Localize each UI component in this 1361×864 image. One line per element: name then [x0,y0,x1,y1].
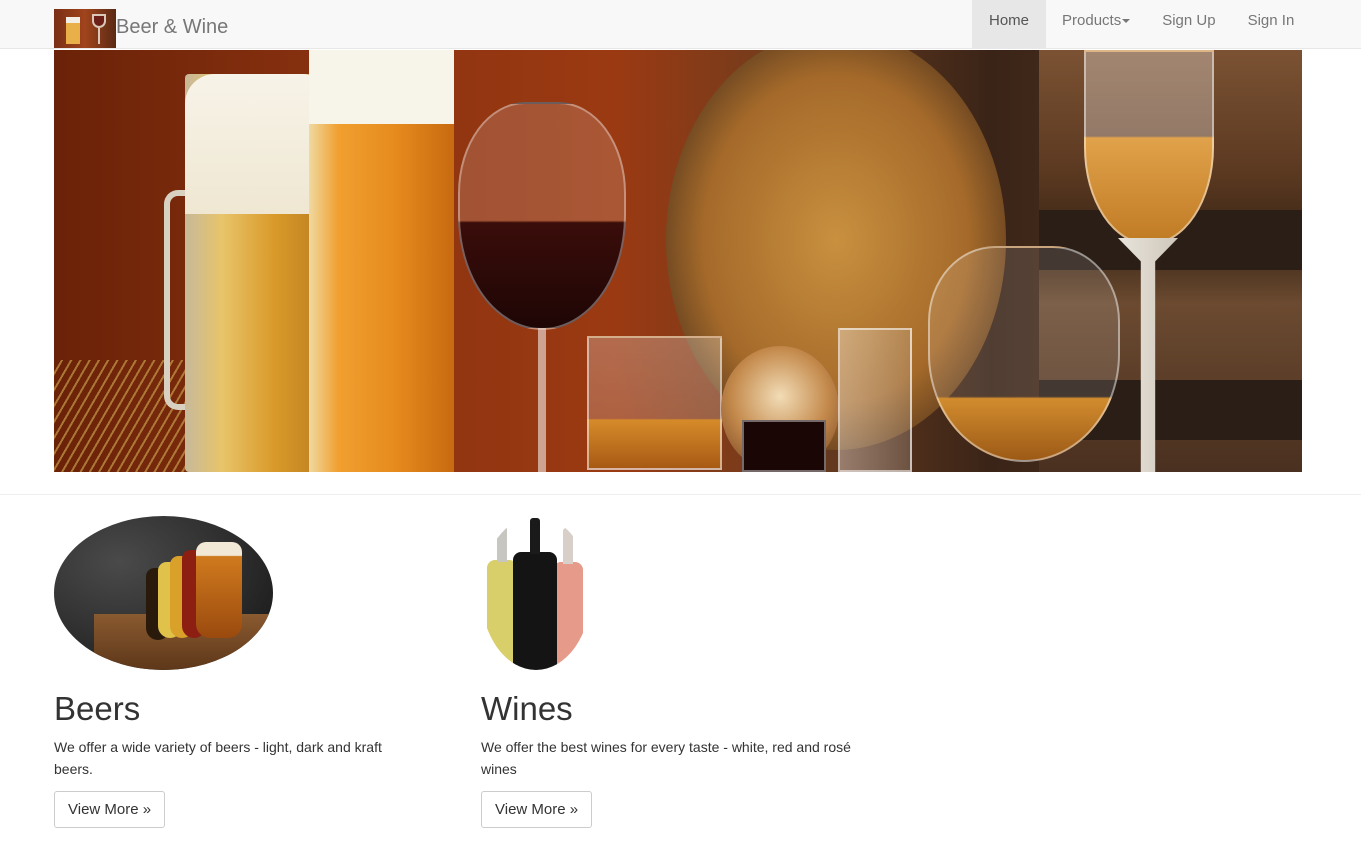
nav-sign-up-label: Sign Up [1162,12,1216,29]
brand-name: Beer & Wine [116,16,229,38]
beers-feature: Beers We offer a wide variety of beers -… [54,516,424,829]
nav-sign-in-label: Sign In [1247,12,1295,29]
wines-view-more-button[interactable]: View More » [481,791,593,829]
caret-down-icon [1122,19,1131,24]
beers-heading: Beers [54,690,141,727]
nav-products-dropdown[interactable]: Products [1046,0,1146,49]
beers-view-more-button[interactable]: View More » [54,791,166,829]
main-nav: Home Products Sign Up Sign In [972,0,1310,49]
wines-description: We offer the best wines for every taste … [481,739,851,778]
beers-thumbnail-image [54,516,273,670]
nav-home-label: Home [989,12,1030,29]
nav-home[interactable]: Home [972,0,1047,49]
wines-heading: Wines [481,690,573,727]
navbar: Beer & Wine Home Products Sign Up Sign I… [0,0,1361,49]
nav-sign-up[interactable]: Sign Up [1146,0,1231,49]
hero-image [54,50,1302,472]
nav-products-label: Products [1062,12,1122,29]
section-divider [0,494,1361,495]
wines-thumbnail-image [481,516,591,670]
nav-sign-in[interactable]: Sign In [1232,0,1311,49]
wines-feature: Wines We offer the best wines for every … [481,516,851,829]
beers-description: We offer a wide variety of beers - light… [54,739,382,778]
brand-link[interactable]: Beer & Wine [54,9,228,48]
brand-logo-icon [54,9,116,48]
